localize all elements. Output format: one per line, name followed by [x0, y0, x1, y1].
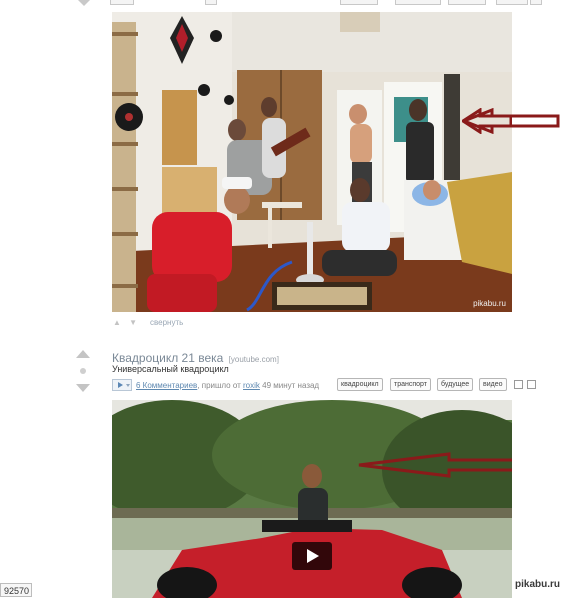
toolbar-chip[interactable]	[448, 0, 486, 5]
toolbar-chip[interactable]	[205, 0, 217, 5]
upvote-arrow[interactable]	[76, 350, 90, 358]
post2-vote-column	[76, 350, 92, 392]
upvote-arrow-previous[interactable]	[78, 0, 90, 6]
post-time: 49 минут назад	[262, 380, 320, 390]
post-source[interactable]: [youtube.com]	[229, 355, 279, 364]
toolbar-chip[interactable]	[340, 0, 378, 5]
expand-icon[interactable]	[527, 380, 536, 389]
post2-title-row: Квадроцикл 21 века [youtube.com]	[112, 351, 279, 365]
toolbar-chip[interactable]	[110, 0, 134, 5]
tag-transport[interactable]: транспорт	[390, 378, 431, 391]
post-title[interactable]: Квадроцикл 21 века	[112, 351, 223, 365]
image-watermark: pikabu.ru	[473, 299, 506, 308]
tag-atv[interactable]: квадроцикл	[337, 378, 383, 391]
toolbar-chip[interactable]	[496, 0, 528, 5]
tag-video[interactable]: видео	[479, 378, 507, 391]
post-subtitle: Универсальный квадроцикл	[112, 364, 229, 374]
post-image-room[interactable]: pikabu.ru	[112, 12, 512, 312]
tag-future[interactable]: будущее	[437, 378, 474, 391]
downvote-arrow[interactable]	[76, 384, 90, 392]
toolbar-chip[interactable]	[530, 0, 542, 5]
site-watermark: pikabu.ru	[515, 579, 561, 590]
posted-text: , пришло от	[197, 380, 241, 390]
previous-post-toolbar	[110, 0, 550, 6]
post1-vote-arrows[interactable]: ▲ ▼	[113, 318, 140, 327]
room-photo-illustration	[112, 12, 512, 312]
annotation-arrow-post2	[358, 452, 512, 478]
post2-video-player[interactable]	[112, 400, 512, 598]
collapse-link[interactable]: свернуть	[150, 318, 183, 327]
video-play-icon[interactable]	[112, 379, 132, 391]
annotation-arrow-post1	[462, 108, 560, 134]
toolbar-chip[interactable]	[395, 0, 441, 5]
comments-link[interactable]: 6 Комментариев	[136, 381, 197, 390]
play-button[interactable]	[292, 542, 332, 570]
rating-dot-icon	[80, 368, 86, 374]
author-link[interactable]: roxik	[243, 381, 260, 390]
save-icon[interactable]	[514, 380, 523, 389]
post2-meta: 6 Комментариев , пришло от roxik 49 мину…	[112, 379, 319, 391]
visitor-counter: 92570	[0, 583, 32, 597]
